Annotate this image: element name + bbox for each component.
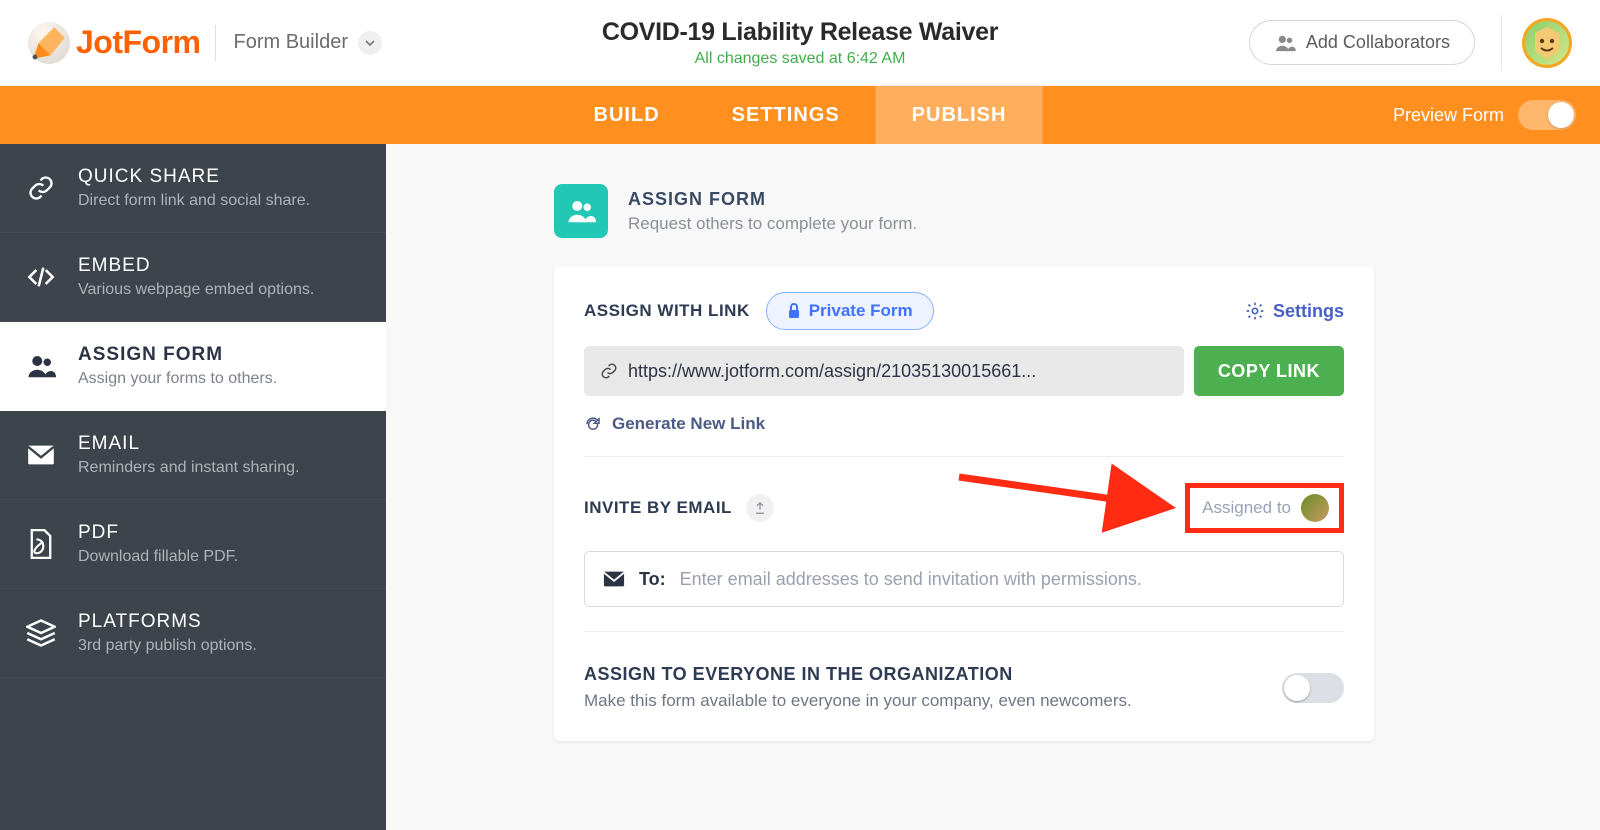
refresh-icon	[584, 415, 602, 433]
assigned-to-box[interactable]: Assigned to	[1185, 483, 1344, 533]
invite-by-email-title: INVITE BY EMAIL	[584, 498, 732, 518]
generate-new-link[interactable]: Generate New Link	[584, 410, 1344, 457]
sidebar-item-label: PLATFORMS	[78, 611, 257, 633]
assign-card: ASSIGN WITH LINK Private Form Settings	[554, 266, 1374, 741]
sidebar-item-label: EMBED	[78, 255, 314, 277]
org-toggle[interactable]	[1282, 673, 1344, 703]
mail-icon	[603, 570, 625, 588]
sidebar-item-desc: Direct form link and social share.	[78, 192, 310, 210]
mode-dropdown[interactable]: Form Builder	[234, 31, 382, 55]
email-input[interactable]	[680, 569, 1325, 590]
page-subtitle: Request others to complete your form.	[628, 214, 917, 234]
assign-with-link-title: ASSIGN WITH LINK	[584, 301, 750, 321]
private-form-pill[interactable]: Private Form	[766, 292, 934, 330]
pdf-icon	[26, 529, 56, 559]
publish-sidebar: QUICK SHARE Direct form link and social s…	[0, 144, 386, 830]
chevron-down-icon	[358, 31, 382, 55]
collab-label: Add Collaborators	[1306, 32, 1450, 53]
sidebar-item-pdf[interactable]: PDF Download fillable PDF.	[0, 500, 386, 589]
sidebar-item-label: EMAIL	[78, 433, 299, 455]
link-icon	[26, 174, 56, 202]
sidebar-item-embed[interactable]: EMBED Various webpage embed options.	[0, 233, 386, 322]
header-divider	[215, 25, 216, 61]
save-status: All changes saved at 6:42 AM	[602, 50, 998, 68]
assign-url-field[interactable]: https://www.jotform.com/assign/210351300…	[584, 346, 1184, 396]
to-label: To:	[639, 569, 666, 590]
page-title: ASSIGN FORM	[628, 189, 917, 210]
upload-icon	[753, 501, 767, 515]
title-block: COVID-19 Liability Release Waiver All ch…	[602, 18, 998, 68]
sidebar-item-label: QUICK SHARE	[78, 166, 310, 188]
link-icon	[600, 362, 618, 380]
sidebar-item-label: ASSIGN FORM	[78, 344, 277, 366]
sidebar-item-platforms[interactable]: PLATFORMS 3rd party publish options.	[0, 589, 386, 678]
brand-name: JotForm	[76, 24, 201, 61]
add-collaborators-button[interactable]: Add Collaborators	[1249, 20, 1475, 65]
user-avatar[interactable]	[1522, 18, 1572, 68]
preview-toggle[interactable]	[1518, 100, 1576, 130]
share-icon-button[interactable]	[746, 494, 774, 522]
logo-icon	[28, 22, 70, 64]
code-icon	[26, 263, 56, 291]
invite-email-field[interactable]: To:	[584, 551, 1344, 607]
copy-link-button[interactable]: COPY LINK	[1194, 346, 1344, 396]
people-icon	[26, 353, 56, 379]
settings-link[interactable]: Settings	[1245, 301, 1344, 322]
assigned-to-label: Assigned to	[1202, 498, 1291, 518]
assign-icon	[554, 184, 608, 238]
sidebar-item-desc: Various webpage embed options.	[78, 281, 314, 299]
assign-url-text: https://www.jotform.com/assign/210351300…	[628, 361, 1036, 382]
form-title[interactable]: COVID-19 Liability Release Waiver	[602, 18, 998, 47]
sidebar-item-desc: Reminders and instant sharing.	[78, 459, 299, 477]
tab-build[interactable]: BUILD	[558, 86, 696, 144]
mode-label: Form Builder	[234, 31, 348, 54]
gear-icon	[1245, 301, 1265, 321]
tab-publish[interactable]: PUBLISH	[876, 86, 1043, 144]
org-desc: Make this form available to everyone in …	[584, 691, 1132, 711]
preview-label: Preview Form	[1393, 105, 1504, 126]
sidebar-item-desc: Download fillable PDF.	[78, 548, 238, 566]
tab-settings[interactable]: SETTINGS	[696, 86, 876, 144]
top-header: JotForm Form Builder COVID-19 Liability …	[0, 0, 1600, 86]
org-title: ASSIGN TO EVERYONE IN THE ORGANIZATION	[584, 664, 1132, 685]
content-area: ASSIGN FORM Request others to complete y…	[386, 144, 1600, 830]
sidebar-item-label: PDF	[78, 522, 238, 544]
assignee-avatar	[1301, 494, 1329, 522]
sidebar-item-email[interactable]: EMAIL Reminders and instant sharing.	[0, 411, 386, 500]
mail-icon	[26, 444, 56, 466]
main-nav: BUILD SETTINGS PUBLISH Preview Form	[0, 86, 1600, 144]
page-header: ASSIGN FORM Request others to complete y…	[554, 184, 1374, 238]
sidebar-item-desc: Assign your forms to others.	[78, 370, 277, 388]
logo[interactable]: JotForm	[28, 22, 201, 64]
sidebar-item-desc: 3rd party publish options.	[78, 637, 257, 655]
lock-icon	[787, 303, 801, 319]
annotation-arrow	[954, 467, 1184, 521]
people-icon	[1274, 34, 1296, 52]
header-sep	[1501, 15, 1502, 71]
sidebar-item-quick-share[interactable]: QUICK SHARE Direct form link and social s…	[0, 144, 386, 233]
sidebar-item-assign-form[interactable]: ASSIGN FORM Assign your forms to others.	[0, 322, 386, 411]
layers-icon	[26, 619, 56, 647]
